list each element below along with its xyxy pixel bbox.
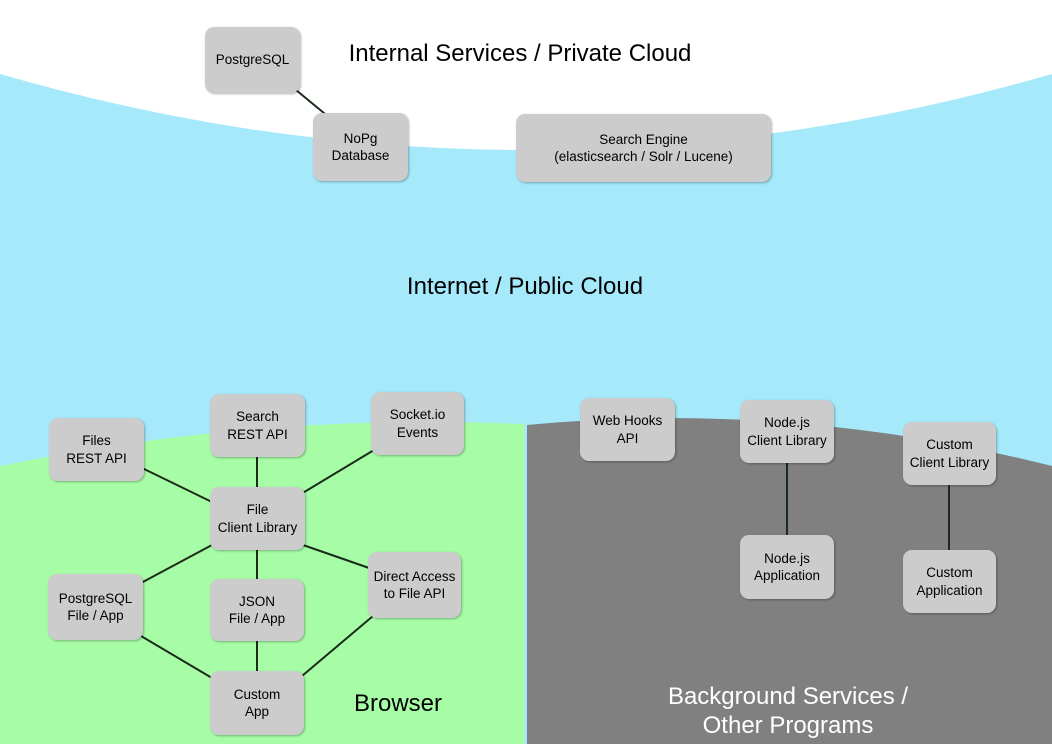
- node-label: PostgreSQL: [215, 52, 290, 68]
- connector-direct-access--custom-app: [301, 615, 374, 677]
- connector-layer: [140, 89, 950, 679]
- connector-file-client-library--direct-access: [302, 544, 373, 570]
- node-label: NoPg Database: [331, 130, 390, 163]
- node-socketio-events[interactable]: Socket.io Events: [371, 392, 464, 455]
- node-label: PostgreSQL File / App: [58, 590, 133, 623]
- node-custom-client-library[interactable]: Custom Client Library: [903, 422, 996, 485]
- node-label: Node.js Application: [753, 550, 821, 583]
- node-web-hooks-api[interactable]: Web Hooks API: [580, 398, 675, 461]
- node-postgresql[interactable]: PostgreSQL: [205, 27, 300, 93]
- node-label: Node.js Client Library: [747, 415, 827, 448]
- node-nodejs-client-library[interactable]: Node.js Client Library: [740, 400, 834, 463]
- node-nodejs-application[interactable]: Node.js Application: [740, 535, 834, 599]
- connector-file-client-library--postgresql-file-app: [140, 544, 213, 584]
- node-label: Custom App: [233, 686, 281, 719]
- node-nopg-database[interactable]: NoPg Database: [313, 113, 408, 181]
- node-label: JSON File / App: [228, 593, 286, 626]
- node-postgresql-file-app[interactable]: PostgreSQL File / App: [48, 574, 143, 640]
- node-search-rest-api[interactable]: Search REST API: [210, 394, 305, 457]
- node-custom-app[interactable]: Custom App: [210, 671, 304, 735]
- node-label: Direct Access to File API: [373, 568, 456, 601]
- node-label: Socket.io Events: [389, 407, 446, 440]
- connector-files-rest-api--file-client-library: [141, 467, 215, 504]
- node-file-client-library[interactable]: File Client Library: [210, 487, 305, 550]
- node-label: Search Engine (elasticsearch / Solr / Lu…: [554, 131, 733, 164]
- node-direct-access-file-api[interactable]: Direct Access to File API: [368, 552, 461, 618]
- node-label: Custom Application: [916, 565, 983, 598]
- node-label: Files REST API: [66, 433, 127, 466]
- node-json-file-app[interactable]: JSON File / App: [210, 579, 304, 641]
- diagram-canvas: Internal Services / Private Cloud Intern…: [0, 0, 1052, 744]
- node-label: Custom Client Library: [909, 437, 990, 470]
- node-custom-application[interactable]: Custom Application: [903, 550, 996, 613]
- node-label: Web Hooks API: [592, 413, 663, 446]
- connector-postgresql-file-app--custom-app: [140, 635, 213, 679]
- node-label: Search REST API: [227, 409, 288, 442]
- connector-socketio-events--file-client-library: [300, 449, 375, 495]
- node-search-engine[interactable]: Search Engine (elasticsearch / Solr / Lu…: [516, 114, 771, 182]
- node-label: File Client Library: [217, 502, 298, 535]
- node-files-rest-api[interactable]: Files REST API: [49, 418, 144, 481]
